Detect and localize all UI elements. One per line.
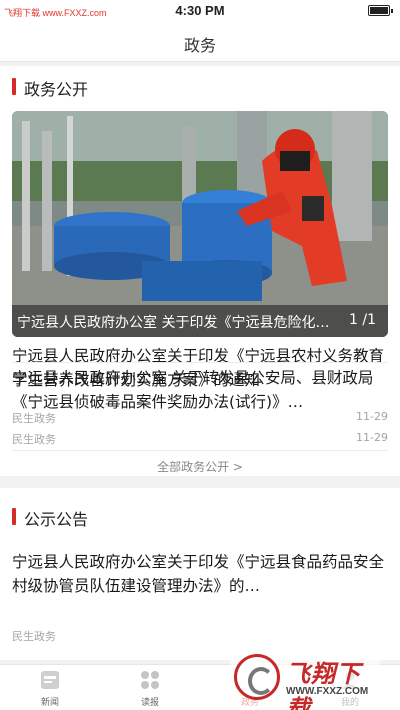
page-title: 政务 bbox=[183, 36, 216, 55]
news-meta: 民生政务 bbox=[12, 628, 388, 644]
divider bbox=[12, 450, 388, 451]
nav-bar: 政务 bbox=[0, 22, 400, 62]
list-item[interactable]: 宁远县人民政府办公室 关于转发县公安局、县财政局《宁远县侦破毒品案件奖励办法(试… bbox=[12, 366, 388, 446]
banner-caption-text: 宁远县人民政府办公室 关于印发《宁远县危险化学品… bbox=[17, 315, 342, 331]
banner-counter: 1 /1 bbox=[349, 312, 376, 328]
battery-icon bbox=[368, 5, 393, 16]
divider bbox=[12, 362, 388, 363]
gov-open-title: 政务公开 bbox=[24, 80, 89, 99]
news-meta: 民生政务 11-29 bbox=[12, 431, 388, 447]
watermark-url: WWW.FXXZ.COM bbox=[286, 686, 369, 697]
notice-title: 公示公告 bbox=[24, 510, 89, 529]
banner-image bbox=[12, 111, 388, 337]
notice-section: 公示公告 宁远县人民政府办公室关于印发《宁远县食品药品安全村级协管员队伍建设管理… bbox=[0, 488, 400, 660]
grid-icon bbox=[141, 671, 159, 689]
banner-carousel[interactable]: 宁远县人民政府办公室 关于印发《宁远县危险化学品… 1 /1 bbox=[12, 111, 388, 337]
status-time: 4:30 PM bbox=[175, 3, 225, 18]
list-item[interactable]: 宁远县人民政府办公室关于印发《宁远县食品药品安全村级协管员队伍建设管理办法》的…… bbox=[12, 550, 388, 643]
notice-header: 公示公告 bbox=[0, 496, 400, 536]
news-icon bbox=[41, 671, 59, 689]
section-marker bbox=[12, 508, 16, 525]
watermark-text: 飞翔下载 bbox=[286, 660, 361, 710]
watermark: 飞翔下载 WWW.FXXZ.COM bbox=[230, 650, 380, 710]
status-bar: 飞翔下载 www.FXXZ.com 4:30 PM bbox=[0, 0, 400, 22]
news-category: 民生政务 bbox=[12, 630, 56, 643]
news-category: 民生政务 bbox=[12, 433, 56, 446]
news-title: 宁远县人民政府办公室 关于转发县公安局、县财政局《宁远县侦破毒品案件奖励办法(试… bbox=[12, 369, 374, 411]
tab-read[interactable]: 读报 bbox=[100, 665, 200, 710]
gov-open-header: 政务公开 bbox=[0, 66, 400, 106]
news-title: 宁远县人民政府办公室关于印发《宁远县食品药品安全村级协管员队伍建设管理办法》的… bbox=[12, 553, 385, 595]
tab-label: 新闻 bbox=[40, 698, 59, 708]
tab-label: 读报 bbox=[140, 698, 159, 708]
watermark-logo-icon bbox=[234, 654, 280, 700]
news-date: 11-29 bbox=[356, 431, 388, 444]
section-marker bbox=[12, 78, 16, 95]
banner-caption: 宁远县人民政府办公室 关于印发《宁远县危险化学品… 1 /1 bbox=[12, 305, 388, 337]
all-gov-open-link[interactable]: 全部政务公开 > bbox=[0, 458, 400, 475]
gov-open-section: 政务公开 宁远县人民政府办公室 关于印发《宁远县危险化学品… 1 /1 宁远县人… bbox=[0, 66, 400, 476]
tab-news[interactable]: 新闻 bbox=[0, 665, 100, 710]
